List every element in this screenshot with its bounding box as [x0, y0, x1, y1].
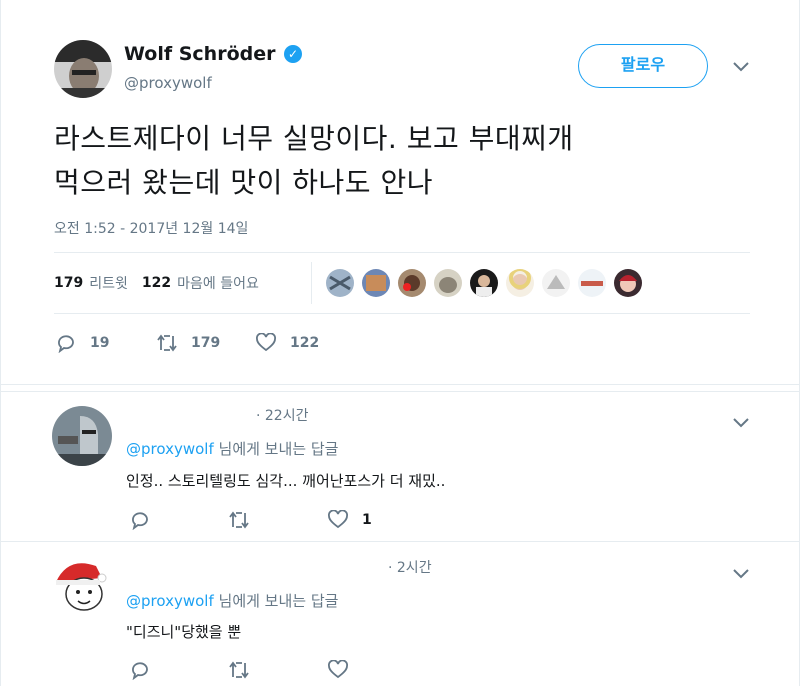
reply-divider: [0, 541, 800, 542]
reply-context: @proxywolf 님에게 보내는 답글: [126, 590, 338, 611]
reply-action[interactable]: [130, 510, 150, 530]
reply-context: @proxywolf 님에게 보내는 답글: [126, 438, 338, 459]
section-divider: [0, 384, 800, 385]
verified-badge-icon: ✓: [284, 45, 302, 63]
retweet-count: 179: [191, 335, 221, 351]
retweet-action[interactable]: [228, 510, 250, 530]
reply-to-handle[interactable]: @proxywolf: [126, 592, 214, 610]
heart-icon: [328, 510, 348, 529]
tweet-timestamp[interactable]: 오전 1:52 - 2017년 12월 14일: [54, 218, 248, 238]
stats-row: 179 리트윗 122 마음에 들어요: [54, 273, 259, 293]
reply-text: "디즈니"당했을 뿐: [126, 623, 242, 641]
retweet-icon: [157, 334, 177, 352]
like-count: 122: [290, 335, 320, 351]
reply-to-handle[interactable]: @proxywolf: [126, 440, 214, 458]
reply-action[interactable]: [130, 660, 150, 680]
reply-time[interactable]: · 22시간: [256, 405, 308, 425]
liker-avatar[interactable]: [614, 269, 642, 297]
like-stat-label[interactable]: 마음에 들어요: [177, 273, 259, 293]
section-divider: [0, 391, 800, 392]
reply-to-suffix: 님에게 보내는 답글: [218, 440, 339, 458]
divider: [54, 252, 750, 253]
author-handle[interactable]: @proxywolf: [124, 74, 212, 92]
heart-icon: [256, 333, 276, 352]
chevron-down-icon[interactable]: [733, 56, 749, 77]
liker-avatar[interactable]: [362, 269, 390, 297]
liker-avatar[interactable]: [506, 269, 534, 297]
liker-avatar[interactable]: [470, 269, 498, 297]
reply-like-count: 1: [362, 512, 372, 528]
tweet-text-line-1: 라스트제다이 너무 실망이다. 보고 부대찌개: [54, 122, 574, 155]
reply-count: 19: [90, 335, 110, 351]
reply-icon: [58, 335, 74, 353]
reply-avatar[interactable]: [52, 406, 112, 466]
author-avatar[interactable]: [54, 40, 112, 98]
reply-to-suffix: 님에게 보내는 답글: [218, 592, 339, 610]
chevron-down-icon[interactable]: [733, 412, 749, 433]
tweet-text-line-2: 먹으러 왔는데 맛이 하나도 안나: [54, 166, 433, 199]
retweet-action[interactable]: [228, 660, 250, 680]
liker-avatar[interactable]: [326, 269, 354, 297]
reply-avatar[interactable]: [52, 556, 112, 616]
like-action[interactable]: 122: [256, 333, 319, 353]
retweet-action[interactable]: 179: [156, 333, 220, 353]
left-border: [0, 0, 1, 686]
divider: [54, 313, 750, 314]
author-name[interactable]: Wolf Schröder: [124, 43, 275, 65]
liker-avatar[interactable]: [542, 269, 570, 297]
reply-icon: [132, 662, 148, 680]
tweet-text: 라스트제다이 너무 실망이다. 보고 부대찌개 먹으러 왔는데 맛이 하나도 안…: [54, 117, 774, 205]
reply-text: 인정.. 스토리텔링도 심각... 깨어난포스가 더 재밌..: [126, 472, 446, 490]
liker-avatar[interactable]: [578, 269, 606, 297]
like-action[interactable]: [328, 660, 362, 680]
reply-time[interactable]: · 2시간: [388, 557, 432, 577]
liker-avatars: [326, 269, 642, 297]
retweet-icon: [229, 661, 249, 679]
liker-avatar[interactable]: [398, 269, 426, 297]
chevron-down-icon[interactable]: [733, 563, 749, 584]
like-stat-count[interactable]: 122: [142, 275, 171, 291]
retweet-stat-count[interactable]: 179: [54, 275, 83, 291]
like-action[interactable]: 1: [328, 510, 372, 530]
reply-icon: [132, 512, 148, 530]
liker-avatar[interactable]: [434, 269, 462, 297]
heart-icon: [328, 660, 348, 679]
follow-button[interactable]: 팔로우: [578, 44, 708, 88]
reply-action[interactable]: 19: [56, 333, 109, 353]
retweet-stat-label[interactable]: 리트윗: [89, 273, 128, 293]
retweet-icon: [229, 511, 249, 529]
stats-separator: [311, 262, 312, 304]
